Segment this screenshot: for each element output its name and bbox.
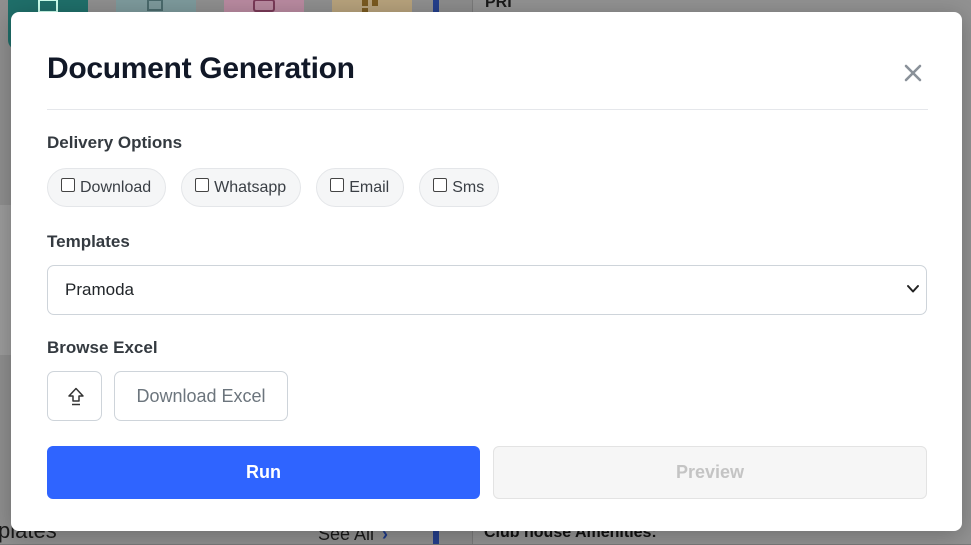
- close-button[interactable]: [902, 62, 924, 84]
- delivery-option-label: Email: [349, 178, 390, 196]
- templates-select[interactable]: Pramoda: [47, 265, 927, 315]
- delivery-option-label: Whatsapp: [214, 178, 287, 196]
- sms-checkbox[interactable]: [433, 177, 448, 192]
- delivery-options-label: Delivery Options: [47, 133, 183, 152]
- delivery-option-sms[interactable]: Sms: [419, 168, 500, 207]
- upload-arrow-icon: [68, 387, 84, 406]
- modal-header: Document Generation: [47, 12, 928, 110]
- delivery-option-whatsapp[interactable]: Whatsapp: [181, 168, 302, 207]
- chevron-down-icon: [907, 285, 919, 293]
- templates-selected-value: Pramoda: [65, 280, 134, 299]
- download-checkbox[interactable]: [61, 177, 75, 192]
- download-excel-button[interactable]: Download Excel: [114, 371, 288, 421]
- email-checkbox[interactable]: [330, 177, 345, 192]
- modal-title: Document Generation: [47, 52, 355, 85]
- close-icon: [904, 64, 922, 82]
- delivery-option-label: Download: [80, 178, 152, 196]
- browse-excel-label: Browse Excel: [47, 338, 158, 357]
- delivery-option-email[interactable]: Email: [316, 168, 405, 207]
- document-generation-modal: Document Generation Delivery Options Dow…: [11, 12, 962, 531]
- preview-button[interactable]: Preview: [493, 446, 927, 499]
- run-button[interactable]: Run: [47, 446, 480, 499]
- delivery-options-group: Download Whatsapp Email Sms: [47, 168, 500, 207]
- upload-excel-button[interactable]: [47, 371, 102, 421]
- templates-label: Templates: [47, 232, 130, 251]
- whatsapp-checkbox[interactable]: [195, 177, 210, 192]
- delivery-option-label: Sms: [452, 178, 485, 196]
- delivery-option-download[interactable]: Download: [47, 168, 167, 207]
- background-top-text: PRI: [485, 0, 512, 11]
